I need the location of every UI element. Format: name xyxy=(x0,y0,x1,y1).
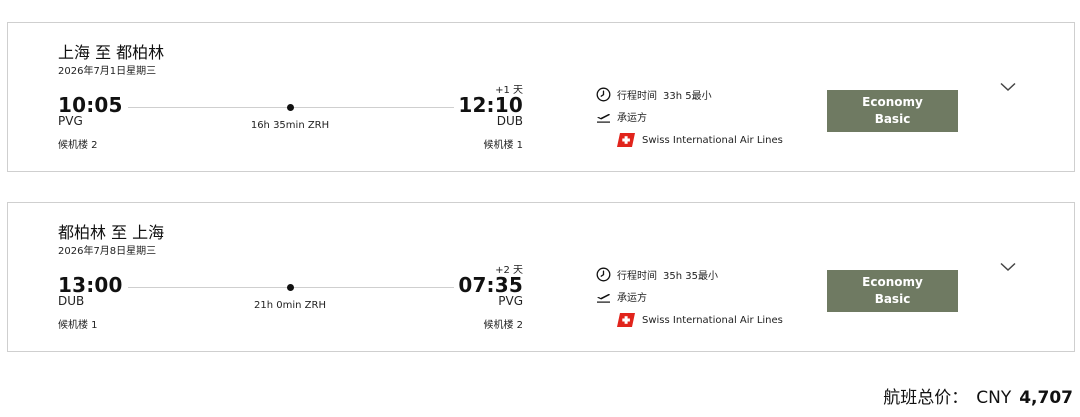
arrival-terminal: 候机楼 1 xyxy=(483,140,523,151)
stopover-info: 21h 0min ZRH xyxy=(254,300,326,311)
fare-type: Basic xyxy=(874,292,911,306)
airline-name: Swiss International Air Lines xyxy=(642,134,783,146)
departure-airport-code: DUB xyxy=(58,294,85,308)
flight-date: 2026年7月8日星期三 xyxy=(58,246,157,257)
arrival-airport-code: PVG xyxy=(498,294,523,308)
duration-value: 35h 35最小 xyxy=(663,271,718,282)
total-amount: 4,707 xyxy=(1019,388,1073,408)
route-title: 都柏林 至 上海 xyxy=(58,223,165,242)
duration-value: 33h 5最小 xyxy=(663,91,712,102)
airline-row: Swiss International Air Lines xyxy=(617,133,783,147)
chevron-down-icon[interactable] xyxy=(999,79,1017,93)
operator-label: 承运方 xyxy=(617,113,647,124)
flight-date: 2026年7月1日星期三 xyxy=(58,66,157,77)
route-title: 上海 至 都柏林 xyxy=(58,43,165,62)
fare-cabin: Economy xyxy=(862,95,923,109)
departure-terminal: 候机楼 2 xyxy=(58,140,98,151)
operator-row: 承运方 xyxy=(596,109,647,124)
clock-icon xyxy=(596,267,611,282)
fare-class-button[interactable]: Economy Basic xyxy=(827,90,958,132)
fare-class-button[interactable]: Economy Basic xyxy=(827,270,958,312)
fare-type: Basic xyxy=(874,112,911,126)
airline-name: Swiss International Air Lines xyxy=(642,314,783,326)
stopover-info: 16h 35min ZRH xyxy=(250,120,330,131)
fare-cabin: Economy xyxy=(862,275,923,289)
swiss-airline-logo xyxy=(617,133,635,147)
swiss-airline-logo xyxy=(617,313,635,327)
stopover-dot xyxy=(287,284,294,291)
total-label: 航班总价： xyxy=(883,388,969,408)
duration-row: 行程时间 33h 5最小 xyxy=(596,87,712,102)
departure-airport-code: PVG xyxy=(58,114,83,128)
flight-card-outbound: 上海 至 都柏林 2026年7月1日星期三 10:05 PVG 候机楼 2 16… xyxy=(7,22,1075,172)
clock-icon xyxy=(596,87,611,102)
total-price: 航班总价： CNY 4,707 xyxy=(883,383,1073,408)
departure-terminal: 候机楼 1 xyxy=(58,320,98,331)
duration-label: 行程时间 xyxy=(617,271,657,282)
duration-label: 行程时间 xyxy=(617,91,657,102)
chevron-down-icon[interactable] xyxy=(999,259,1017,273)
arrival-airport-code: DUB xyxy=(496,114,523,128)
airline-row: Swiss International Air Lines xyxy=(617,313,783,327)
total-currency: CNY xyxy=(976,388,1012,408)
stopover-dot xyxy=(287,104,294,111)
operator-row: 承运方 xyxy=(596,289,647,304)
plane-takeoff-icon xyxy=(596,291,611,303)
plane-takeoff-icon xyxy=(596,111,611,123)
flight-card-return: 都柏林 至 上海 2026年7月8日星期三 13:00 DUB 候机楼 1 21… xyxy=(7,202,1075,352)
arrival-terminal: 候机楼 2 xyxy=(483,320,523,331)
duration-row: 行程时间 35h 35最小 xyxy=(596,267,718,282)
operator-label: 承运方 xyxy=(617,293,647,304)
